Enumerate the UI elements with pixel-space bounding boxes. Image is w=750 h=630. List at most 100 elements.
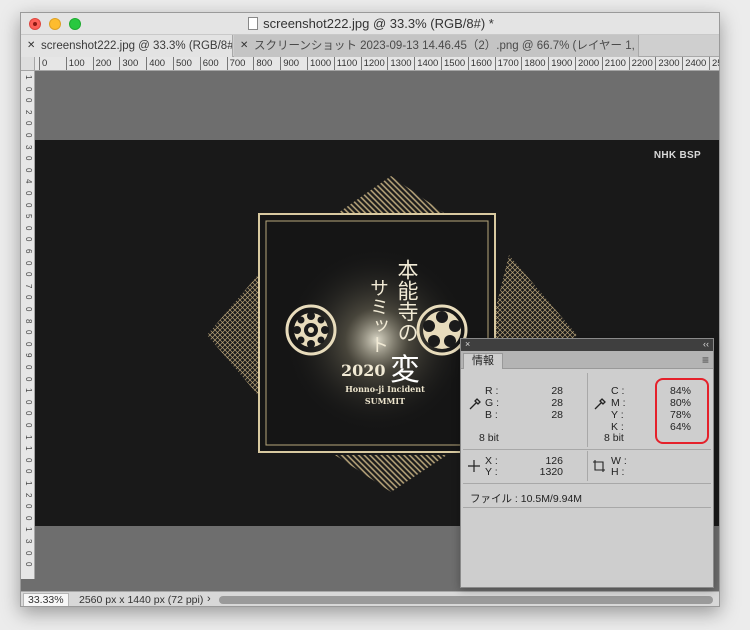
ruler-tick-label: 1600	[467, 57, 492, 70]
panel-divider	[463, 507, 711, 508]
tab-label: スクリーンショット 2023-09-13 14.46.45（2）.png @ 6…	[254, 40, 639, 52]
cmyk-c-label: C :	[611, 385, 625, 397]
ruler-tick-label: 1	[24, 481, 33, 486]
ruler-tick-label: 0	[24, 562, 33, 567]
rgb-r-value: 28	[551, 385, 563, 397]
ruler-tick-label: 1000	[307, 57, 331, 70]
ruler-tick-label: 800	[253, 57, 272, 70]
ruler-tick-label: 0	[24, 260, 33, 266]
panel-menu-icon[interactable]: ≡	[702, 353, 709, 367]
eyedropper-rgb-icon[interactable]	[468, 397, 482, 411]
panel-collapse-icon[interactable]: ‹‹	[703, 339, 709, 350]
position-y-value: 1320	[539, 466, 563, 478]
ruler-tick-label: 0	[24, 399, 33, 405]
ruler-tick-label: 1	[24, 446, 33, 451]
ruler-tick-label: 1	[24, 75, 33, 80]
ruler-tick-label: 2000	[575, 57, 599, 70]
cmyk-y-label: Y :	[611, 409, 624, 421]
ruler-tick-label: 200	[92, 57, 111, 70]
ruler-tick-label: 0	[24, 202, 33, 208]
info-panel-tabrow: 情報 ≡	[461, 351, 713, 369]
ruler-tick-label: 0	[24, 272, 33, 277]
panel-divider	[587, 373, 588, 447]
ruler-tick-label: 0	[24, 411, 33, 416]
ruler-tick-label: 1800	[521, 57, 546, 70]
ruler-tick-label: 2300	[655, 57, 680, 70]
vertical-ruler[interactable]: 1 0 0 2 0 0 3 0 0 4 0 0 5 0 0 6 0 0 7 0 0 8 0 0 9 0 0 1 0 0 0 1 1 0 0 1 2 0 0 1…	[21, 71, 35, 579]
ruler-tick-label: 600	[199, 57, 219, 70]
window-title: screenshot222.jpg @ 33.3% (RGB/8#) *	[21, 16, 719, 31]
info-panel: × ‹‹ 情報 ≡ R : G : B : 28 28 28 8 bit C :…	[460, 338, 714, 588]
ruler-tick-label: 400	[146, 57, 165, 70]
rgb-bit-depth: 8 bit	[479, 432, 499, 444]
crosshair-icon	[468, 460, 480, 472]
eyedropper-cmyk-icon[interactable]	[593, 397, 607, 411]
title-big-character: 変	[390, 353, 420, 388]
ruler-tick-label: 1	[24, 434, 33, 440]
ruler-tick-label: 3	[24, 144, 33, 150]
title-year: 2020	[341, 361, 386, 380]
ruler-tick-label: 0	[24, 86, 33, 92]
cmyk-m-label: M :	[611, 397, 626, 409]
ruler-tick-label: 0	[39, 57, 47, 70]
ruler-tick-label: 300	[119, 57, 138, 70]
close-tab-icon[interactable]: ✕	[27, 35, 35, 57]
rgb-b-label: B :	[485, 409, 498, 421]
ruler-tick-label: 900	[280, 57, 299, 70]
zoom-level-field[interactable]: 33.33%	[23, 593, 69, 606]
rgb-g-value: 28	[551, 397, 563, 409]
ruler-tick-label: 4	[24, 179, 33, 184]
panel-divider	[463, 449, 711, 450]
ruler-tick-label: 0	[24, 423, 33, 428]
window-title-text: screenshot222.jpg @ 33.3% (RGB/8#) *	[263, 16, 494, 31]
bottom-weave-pattern	[335, 455, 447, 492]
ruler-tick-label: 700	[226, 57, 245, 70]
right-family-crest-icon	[416, 304, 468, 356]
rgb-b-value: 28	[551, 409, 563, 421]
cmyk-highlight-annotation	[655, 378, 709, 444]
ruler-tick-label: 0	[24, 307, 33, 312]
ruler-tick-label: 0	[24, 133, 33, 138]
ruler-tick-label: 0	[24, 515, 33, 521]
ruler-tick-label: 2200	[628, 57, 653, 70]
ruler-tick-label: 0	[24, 341, 33, 347]
document-tab-bar: ✕ screenshot222.jpg @ 33.3% (RGB/8#) * ✕…	[21, 35, 719, 57]
tab-screenshot222[interactable]: ✕ screenshot222.jpg @ 33.3% (RGB/8#) *	[21, 35, 233, 57]
ruler-tick-label: 1700	[494, 57, 519, 70]
ruler-tick-label: 1	[24, 527, 33, 532]
size-h-label: H :	[611, 466, 625, 478]
panel-divider	[587, 451, 588, 481]
ruler-tick-label: 0	[24, 365, 33, 370]
horizontal-ruler[interactable]: 0 100 200 300 400 500 600 700 800 900 1000 1100 1200…	[35, 57, 719, 71]
close-tab-icon[interactable]: ✕	[240, 35, 248, 57]
ruler-tick-label: 0	[24, 295, 33, 300]
ruler-tick-label: 25	[709, 57, 719, 70]
tab-label: screenshot222.jpg @ 33.3% (RGB/8#) *	[41, 40, 233, 52]
horizontal-scrollbar[interactable]	[219, 596, 713, 604]
title-line1: 本能寺の	[395, 259, 419, 343]
ruler-tick-label: 0	[24, 550, 33, 556]
panel-close-icon[interactable]: ×	[465, 339, 470, 350]
ruler-tick-label: 1500	[441, 57, 465, 70]
document-info: 2560 px x 1440 px (72 ppi)	[79, 594, 204, 606]
ruler-tick-label: 0	[24, 191, 33, 196]
tab-info[interactable]: 情報	[463, 353, 503, 369]
ruler-tick-label: 2100	[601, 57, 626, 70]
status-bar: 33.33% 2560 px x 1440 px (72 ppi) ›	[21, 591, 719, 606]
status-menu-arrow-icon[interactable]: ›	[207, 593, 211, 605]
title-bar: screenshot222.jpg @ 33.3% (RGB/8#) *	[21, 13, 719, 35]
left-family-crest-icon	[285, 304, 337, 356]
document-icon	[248, 17, 259, 30]
ruler-tick-label: 0	[24, 330, 33, 335]
tab-screenshot-2023[interactable]: ✕ スクリーンショット 2023-09-13 14.46.45（2）.png @…	[234, 35, 639, 57]
ruler-tick-label: 0	[24, 237, 33, 242]
ruler-tick-label: 9	[24, 353, 33, 358]
ruler-tick-label: 1	[24, 388, 33, 393]
info-panel-header: × ‹‹	[461, 339, 713, 351]
ruler-tick-label: 0	[24, 469, 33, 474]
ruler-tick-label: 1300	[387, 57, 412, 70]
ruler-origin[interactable]	[21, 57, 35, 71]
cmyk-bit-depth: 8 bit	[604, 432, 624, 444]
ruler-tick-label: 500	[173, 57, 192, 70]
ruler-tick-label: 0	[24, 121, 33, 126]
